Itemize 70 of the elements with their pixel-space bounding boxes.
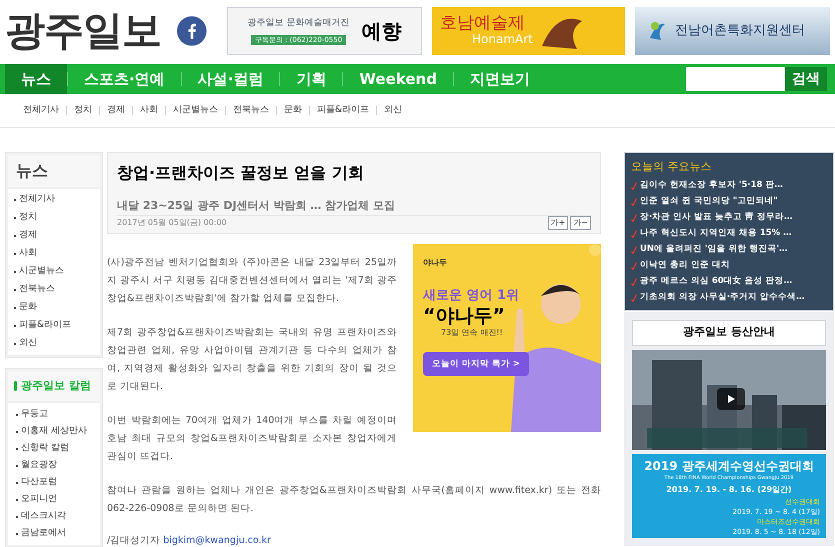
font-size-button[interactable]: 가− <box>570 216 591 230</box>
column-marker-icon <box>14 381 17 391</box>
article-paragraph: 이번 박람회에는 70여개 업체가 140여개 부스를 차릴 예정이며 호남 최대 규모의 창업&프랜차이즈박람회로 소자본 창업자에게 관심이 뜨겁다. <box>107 414 397 464</box>
subnav-link[interactable]: 문화 <box>284 104 302 118</box>
news-headline-link[interactable]: 이낙연 총리 인준 대치 <box>640 259 730 272</box>
subnav-link[interactable]: 사회 <box>140 104 158 118</box>
news-headline-link[interactable]: 나주 혁신도시 지역인재 채용 15% … <box>640 227 792 240</box>
banner-title: 2019 광주세계수영선수권대회 <box>644 458 814 474</box>
subnav-link[interactable]: 외신 <box>384 104 402 118</box>
banner-title: 호남예술제 <box>440 15 526 32</box>
news-headline-link[interactable]: 기초의회 의장 사무실·주거지 압수수색… <box>640 291 805 304</box>
sidebar-link[interactable]: 데스크시각 <box>21 510 66 524</box>
nav-tab[interactable]: 뉴스 <box>5 64 67 94</box>
sidebar-link[interactable]: 무등고 <box>21 408 48 422</box>
ad-product-name: “야나두” <box>423 304 506 328</box>
subnav-link[interactable]: 전체기사 <box>23 104 59 118</box>
subnav-link[interactable]: 전북뉴스 <box>233 104 269 118</box>
news-headline-link[interactable]: 장·차관 인사 발표 늦추고 靑 정무라… <box>640 211 793 224</box>
banner-title: 예향 <box>361 18 402 45</box>
sidebar-link[interactable]: 다산포럼 <box>21 476 57 490</box>
advertisement[interactable]: 야나두 새로운 영어 1위 “야나두” 73일 연속 매진!! 오늘이 마지막 특가 > <box>413 244 601 432</box>
font-size-button[interactable]: 가+ <box>548 216 568 230</box>
panel-title: 광주일보 칼럼 <box>21 378 91 394</box>
ad-brand: 야나두 <box>423 256 448 268</box>
site-logo[interactable]: 광주일보 <box>5 11 172 51</box>
search-field[interactable] <box>686 67 785 91</box>
sidebar-link[interactable]: 외신 <box>19 337 37 351</box>
article-date: 2017년 05월 05일(금) 00:00 <box>117 216 227 228</box>
article-paragraph: (사)광주전남 벤처기업협회와 (주)아콘은 내달 23일부터 25일까지 광주시 서구 치평동 김대중컨벤션센터에서 열리는 '제7회 광주창업&프랜차이즈박람회'에 참가할 업체를 모집한다. <box>107 256 397 306</box>
subnav-link[interactable]: 경제 <box>107 104 125 118</box>
article-paragraph: 참여나 관람을 원하는 업체나 개인은 광주창업&프랜차이즈박람회 사무국(홈페이지 www.fitex.kr) 또는 전화 062-226-0908로 문의하면 된다. <box>107 484 601 516</box>
news-headline-link[interactable]: 광주 메르스 의심 60대女 음성 판정… <box>640 275 792 288</box>
article-paragraph: 제7회 광주창업&프랜차이즈박람회는 국내외 유명 프랜차이즈와 창업관련 업체, 유망 사업아이템 관계기관 등 다수의 업체가 참여, 지역경제 활성화와 일자리 창출을 위한 기회의 장이 될 것으로 기대된다. <box>107 326 397 394</box>
article-title: 창업·프랜차이즈 꿀정보 얻을 기회 <box>117 162 365 184</box>
sidebar-link[interactable]: 오피니언 <box>21 492 57 506</box>
subnav-link[interactable]: 시군별뉴스 <box>173 104 218 118</box>
ad-cta-button[interactable]: 오늘이 마지막 특가 > <box>423 352 529 376</box>
sidebar-link[interactable]: 신항락 칼럼 <box>21 442 69 456</box>
sidebar-link[interactable]: 문화 <box>19 301 37 315</box>
banner-caption: 광주일보 문화예술매거진 <box>248 17 350 30</box>
wave-logo-icon <box>647 20 667 42</box>
sidebar-link[interactable]: 이홍재 세상만사 <box>21 424 87 438</box>
subnav-link[interactable]: 피플&라이프 <box>317 104 370 118</box>
news-headline-link[interactable]: UN에 올려퍼진 '임을 위한 행진곡'… <box>640 243 788 256</box>
play-icon[interactable] <box>717 388 745 410</box>
news-headline-link[interactable]: 김이수 헌재소장 후보자 '5·18 판… <box>640 179 783 192</box>
banner-subtitle: HonamArt <box>471 32 533 47</box>
email-link[interactable]: bigkim@kwangju.co.kr <box>163 532 271 547</box>
sidebar-link[interactable]: 시군별뉴스 <box>19 265 64 279</box>
panel-title: 오늘의 주요뉴스 <box>631 159 712 175</box>
article-byline: /김대성기자 <box>107 534 160 547</box>
panel-title: 뉴스 <box>16 160 48 182</box>
fishery-banner[interactable]: 전남어촌특화지원센터 <box>635 7 830 55</box>
sidebar-link[interactable]: 피플&라이프 <box>19 319 72 333</box>
ad-note: 73일 연속 매진!! <box>440 328 504 338</box>
banner-title: 전남어촌특화지원센터 <box>675 22 805 40</box>
sidebar-link[interactable]: 전북뉴스 <box>19 283 55 297</box>
facebook-icon[interactable] <box>177 16 207 46</box>
article-subtitle: 내달 23~25일 광주 DJ센터서 박람회 … 참가업체 모집 <box>117 198 591 216</box>
news-headline-link[interactable]: 인준 열쇠 쥔 국민의당 "고민되네" <box>640 195 778 208</box>
sidebar-link[interactable]: 월요광장 <box>21 458 57 472</box>
sidebar-link[interactable]: 정치 <box>19 211 37 225</box>
sidebar-link[interactable]: 전체기사 <box>19 193 55 207</box>
subnav-link[interactable]: 정치 <box>74 104 92 118</box>
sidebar-link[interactable]: 경제 <box>19 229 37 243</box>
banner-dates: 2019. 7. 19. - 8. 16. (29일간) <box>666 484 792 496</box>
sidebar-link[interactable]: 금남로에서 <box>21 526 66 540</box>
ad-headline: 새로운 영어 1위 <box>423 286 520 304</box>
sidebar-link[interactable]: 사회 <box>19 247 37 261</box>
search-button[interactable]: 검색 <box>785 67 827 91</box>
